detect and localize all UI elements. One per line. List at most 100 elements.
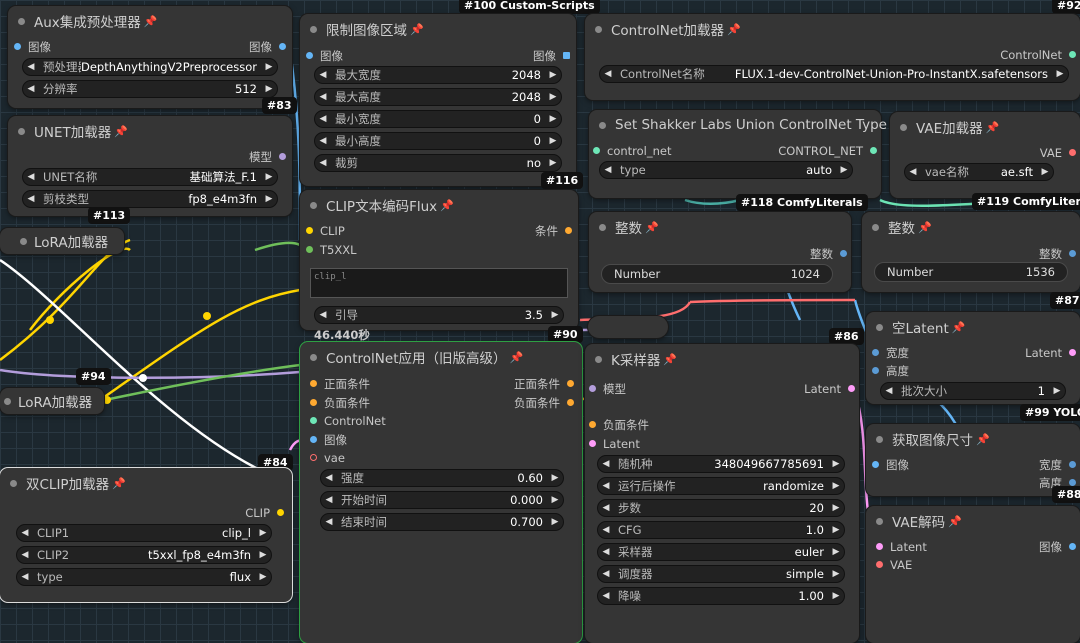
number-widget[interactable]: Number 1024 bbox=[601, 264, 833, 284]
output-controlnet[interactable]: ControlNet bbox=[1000, 46, 1076, 64]
strength-widget[interactable]: ◀ 强度 0.60 ▶ bbox=[320, 469, 564, 487]
input-latent[interactable]: Latent bbox=[589, 435, 640, 453]
dual-clip-loader-node[interactable]: 双CLIP加载器 📌 CLIP ◀ CLIP1 clip_l ▶ ◀ CLIP2 t5xxl… bbox=[0, 468, 292, 602]
output-image[interactable]: 图像 bbox=[1039, 538, 1076, 556]
controlnet-name-widget[interactable]: ◀ ControlNet名称 FLUX.1-dev-ControlNet-Union… bbox=[599, 65, 1069, 83]
clip1-widget[interactable]: ◀ CLIP1 clip_l ▶ bbox=[16, 524, 272, 542]
output-vae[interactable]: VAE bbox=[1040, 144, 1076, 162]
output-int[interactable]: 整数 bbox=[810, 245, 847, 263]
start-percent-widget[interactable]: ◀ 开始时间 0.000 ▶ bbox=[320, 491, 564, 509]
input-control-net[interactable]: control_net bbox=[593, 142, 672, 160]
preprocessor-widget[interactable]: ◀预处理器DepthAnythingV2Preprocessor▶ bbox=[22, 58, 278, 76]
output-latent[interactable]: Latent bbox=[1025, 344, 1076, 362]
clip-type-widget[interactable]: ◀ type flux ▶ bbox=[16, 568, 272, 586]
pin-icon: 📌 bbox=[143, 14, 158, 28]
output-positive[interactable]: 正面条件 bbox=[514, 375, 574, 393]
clip2-widget[interactable]: ◀ CLIP2 t5xxl_fp8_e4m3fn ▶ bbox=[16, 546, 272, 564]
output-latent[interactable]: Latent bbox=[804, 380, 855, 398]
output-model[interactable]: 模型 bbox=[249, 148, 286, 166]
get-image-size-node[interactable]: 获取图像尺寸 📌 图像 宽度 高度 bbox=[866, 424, 1080, 496]
wire-green bbox=[254, 241, 301, 252]
control-after-generate-widget[interactable]: ◀ 运行后操作 randomize ▶ bbox=[597, 477, 845, 495]
input-latent[interactable]: Latent bbox=[876, 538, 927, 556]
steps-widget[interactable]: ◀ 步数 20 ▶ bbox=[597, 499, 845, 517]
ksampler-node[interactable]: K采样器 📌 模型 负面条件 Latent Latent ◀ 随机种 34804966… bbox=[585, 344, 859, 643]
guidance-widget[interactable]: ◀ 引导 3.5 ▶ bbox=[314, 306, 564, 324]
reroute-node[interactable] bbox=[588, 316, 668, 338]
input-vae[interactable]: vae bbox=[310, 449, 345, 467]
vae-loader-node[interactable]: VAE加载器 📌 VAE ◀ vae名称 ae.sft ▶ bbox=[890, 112, 1080, 198]
controlnet-loader-node[interactable]: ControlNet加载器 📌 ControlNet ◀ ControlNet名称 F… bbox=[585, 14, 1080, 100]
pin-icon: 📌 bbox=[948, 514, 962, 528]
max-height-widget[interactable]: ◀ 最大高度 2048 ▶ bbox=[314, 88, 562, 106]
scheduler-widget[interactable]: ◀ 调度器 simple ▶ bbox=[597, 565, 845, 583]
batch-size-widget[interactable]: ◀ 批次大小 1 ▶ bbox=[880, 382, 1066, 400]
input-negative[interactable]: 负面条件 bbox=[589, 416, 649, 434]
vae-decode-node[interactable]: VAE解码 📌 Latent VAE 图像 bbox=[866, 506, 1080, 643]
unet-loader-node[interactable]: UNET加载器 📌 模型 ◀ UNET名称 基础算法_F.1 ▶ ◀ 剪枝类型 fp8_e4… bbox=[8, 116, 292, 216]
pin-icon: 📌 bbox=[114, 124, 128, 138]
min-height-widget[interactable]: ◀ 最小高度 0 ▶ bbox=[314, 132, 562, 150]
crop-widget[interactable]: ◀ 裁剪 no ▶ bbox=[314, 154, 562, 172]
node-title: VAE加载器 bbox=[916, 121, 983, 137]
min-width-widget[interactable]: ◀ 最小宽度 0 ▶ bbox=[314, 110, 562, 128]
lora-loader-node-1[interactable]: LoRA加载器 bbox=[0, 228, 124, 254]
wire-clip-yellow bbox=[0, 238, 131, 361]
output-clip[interactable]: CLIP bbox=[245, 504, 284, 522]
end-percent-widget[interactable]: ◀ 结束时间 0.700 ▶ bbox=[320, 513, 564, 531]
type-widget[interactable]: ◀ type auto ▶ bbox=[599, 161, 853, 179]
input-height[interactable]: 高度 bbox=[872, 362, 909, 380]
unet-name-widget[interactable]: ◀ UNET名称 基础算法_F.1 ▶ bbox=[22, 168, 278, 186]
input-negative[interactable]: 负面条件 bbox=[310, 394, 370, 412]
cfg-widget[interactable]: ◀ CFG 1.0 ▶ bbox=[597, 521, 845, 539]
badge-118: #118 ComfyLiterals bbox=[736, 194, 868, 211]
clip-text-encode-flux-node[interactable]: CLIP文本编码Flux 📌 CLIP T5XXL 条件 clip_l ◀ 引导 3.… bbox=[300, 190, 578, 330]
input-width[interactable]: 宽度 bbox=[872, 344, 909, 362]
input-image[interactable]: 图像 bbox=[872, 456, 909, 474]
limit-image-region-node[interactable]: 限制图像区域 📌 图像 图像 ◀ 最大宽度 2048 ▶ ◀ 最大高度 2048 ▶ ◀ 最小宽… bbox=[300, 14, 576, 186]
output-negative[interactable]: 负面条件 bbox=[514, 394, 574, 412]
seed-widget[interactable]: ◀ 随机种 348049667785691 ▶ bbox=[597, 455, 845, 473]
input-clip[interactable]: CLIP bbox=[306, 222, 345, 240]
input-model[interactable]: 模型 bbox=[589, 380, 626, 398]
wire-clip-yellow-3 bbox=[29, 247, 131, 331]
max-width-widget[interactable]: ◀ 最大宽度 2048 ▶ bbox=[314, 66, 562, 84]
input-controlnet[interactable]: ControlNet bbox=[310, 412, 386, 430]
node-title: 整数 bbox=[888, 221, 915, 237]
vae-name-widget[interactable]: ◀ vae名称 ae.sft ▶ bbox=[904, 163, 1054, 181]
wire-clip-yellow-2 bbox=[99, 288, 301, 402]
input-image[interactable]: 图像 bbox=[310, 431, 347, 449]
node-title: VAE解码 bbox=[892, 515, 946, 531]
pin-icon: 📌 bbox=[410, 22, 424, 36]
output-image[interactable]: 图像 bbox=[249, 38, 286, 56]
clip-l-textarea[interactable]: clip_l bbox=[310, 268, 568, 298]
weight-dtype-widget[interactable]: ◀ 剪枝类型 fp8_e4m3fn ▶ bbox=[22, 190, 278, 208]
resolution-widget[interactable]: ◀ 分辨率 512 ▶ bbox=[22, 80, 278, 98]
badge-99: #99 YOLO bbox=[1020, 404, 1080, 421]
pin-icon: 📌 bbox=[663, 352, 678, 366]
output-image[interactable]: 图像 bbox=[533, 47, 570, 65]
collapse-dot[interactable] bbox=[18, 18, 25, 25]
integer-node-2[interactable]: 整数 📌 整数 Number 1536 bbox=[862, 212, 1080, 292]
node-title: 空Latent bbox=[892, 321, 949, 337]
input-t5xxl[interactable]: T5XXL bbox=[306, 241, 357, 259]
reroute-dot bbox=[46, 316, 54, 324]
empty-latent-node[interactable]: 空Latent 📌 宽度 高度 Latent ◀ 批次大小 1 ▶ bbox=[866, 312, 1080, 404]
input-image[interactable]: 图像 bbox=[14, 38, 51, 56]
input-image[interactable]: 图像 bbox=[306, 47, 343, 65]
set-union-controlnet-type-node[interactable]: Set Shakker Labs Union ControlNet Type📌 … bbox=[589, 110, 904, 198]
input-vae[interactable]: VAE bbox=[876, 556, 912, 574]
output-int[interactable]: 整数 bbox=[1039, 245, 1076, 263]
sampler-widget[interactable]: ◀ 采样器 euler ▶ bbox=[597, 543, 845, 561]
lora-loader-node-2[interactable]: LoRA加载器 bbox=[0, 388, 104, 414]
number-widget[interactable]: Number 1536 bbox=[874, 262, 1068, 282]
output-control-net[interactable]: CONTROL_NET bbox=[778, 142, 877, 160]
controlnet-apply-advanced-node[interactable]: ControlNet应用（旧版高级） 📌 正面条件 负面条件 ControlNet… bbox=[300, 342, 582, 643]
aux-preprocessor-node[interactable]: Aux集成预处理器📌 图像 图像 ◀预处理器DepthAnythingV2Pre… bbox=[8, 6, 292, 108]
integer-node-1[interactable]: 整数 📌 整数 Number 1024 bbox=[589, 212, 851, 292]
badge-100: #100 Custom-Scripts bbox=[459, 0, 600, 14]
denoise-widget[interactable]: ◀ 降噪 1.00 ▶ bbox=[597, 587, 845, 605]
output-conditioning[interactable]: 条件 bbox=[535, 222, 572, 240]
input-positive[interactable]: 正面条件 bbox=[310, 375, 370, 393]
output-width[interactable]: 宽度 bbox=[1039, 456, 1076, 474]
